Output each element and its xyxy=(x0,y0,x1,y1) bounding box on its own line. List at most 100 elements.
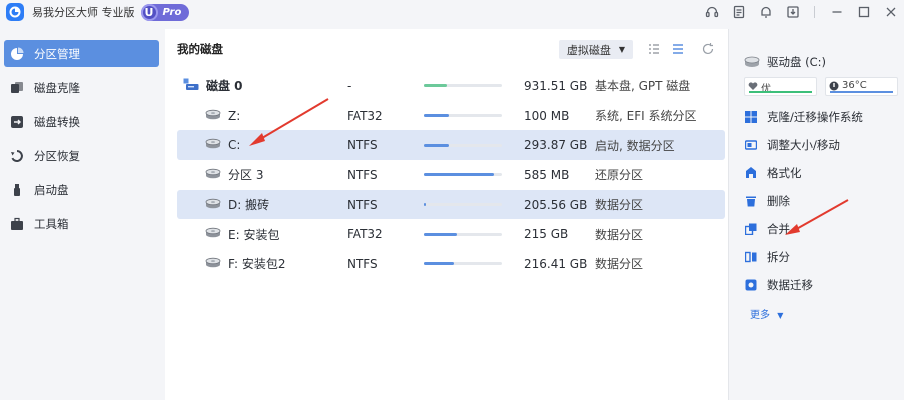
app-logo-icon xyxy=(6,3,24,21)
usage-bar xyxy=(424,114,502,118)
right-panel: 驱动盘 (C:) 优 36°C 克隆/迁移操作系统 调整大小/移动 格式化 删除… xyxy=(730,29,904,400)
windows-icon xyxy=(744,111,757,124)
partition-name: 分区 3 xyxy=(205,166,263,183)
sidebar-item-toolbox[interactable]: 工具箱 xyxy=(4,210,159,237)
virtual-disk-select[interactable]: 虚拟磁盘 ▼ xyxy=(559,40,633,59)
partition-name: D: 搬砖 xyxy=(205,196,269,213)
notes-icon[interactable] xyxy=(725,0,752,24)
temperature-status: 36°C xyxy=(825,77,898,96)
capacity: 293.87 GB xyxy=(524,138,588,153)
disk-table: 磁盘 0 - 931.51 GB 基本盘, GPT 磁盘 Z: FAT32 100 MB 系统… xyxy=(177,71,725,279)
pie-chart-icon xyxy=(10,47,24,61)
close-icon[interactable] xyxy=(877,0,904,24)
usage-bar xyxy=(424,143,502,147)
partition-name: Z: xyxy=(205,109,240,123)
op-label: 数据迁移 xyxy=(767,278,813,292)
filesystem: FAT32 xyxy=(347,227,383,242)
table-row[interactable]: D: 搬砖 NTFS 205.56 GB 数据分区 xyxy=(177,189,725,220)
capacity: 216.41 GB xyxy=(524,256,588,271)
detail-view-icon[interactable] xyxy=(671,42,685,56)
table-row[interactable]: 分区 3 NTFS 585 MB 还原分区 xyxy=(177,160,725,190)
temperature-bar xyxy=(830,91,893,93)
headset-icon[interactable] xyxy=(698,0,725,24)
sidebar-item-disk-convert[interactable]: 磁盘转换 xyxy=(4,108,159,135)
filesystem: - xyxy=(347,78,352,93)
table-row[interactable]: C: NTFS 293.87 GB 启动, 数据分区 xyxy=(177,130,725,161)
page-title: 我的磁盘 xyxy=(177,42,223,56)
partition-name-text: Z: xyxy=(228,108,241,123)
convert-icon xyxy=(10,115,24,129)
format-button[interactable]: 格式化 xyxy=(744,159,863,187)
health-bar xyxy=(749,91,812,93)
sidebar-item-disk-clone[interactable]: 磁盘克隆 xyxy=(4,74,159,101)
table-row[interactable]: F: 安装包2 NTFS 216.41 GB 数据分区 xyxy=(177,249,725,279)
op-label: 合并 xyxy=(767,222,790,236)
usb-icon xyxy=(10,183,24,197)
partition-type: 数据分区 xyxy=(595,257,644,272)
usage-bar xyxy=(424,203,502,207)
split-button[interactable]: 拆分 xyxy=(744,243,863,271)
list-view-icon[interactable] xyxy=(647,42,661,56)
recover-icon xyxy=(10,149,24,163)
refresh-icon[interactable] xyxy=(701,42,715,56)
disk-icon xyxy=(183,78,199,94)
partition-icon xyxy=(205,109,221,123)
download-icon[interactable] xyxy=(779,0,806,24)
usage-bar-fill xyxy=(424,143,449,147)
usage-bar xyxy=(424,84,502,88)
sidebar-item-partition-recover[interactable]: 分区恢复 xyxy=(4,142,159,169)
sidebar-item-boot-disk[interactable]: 启动盘 xyxy=(4,176,159,203)
partition-type: 数据分区 xyxy=(595,198,644,213)
caret-down-icon: ▼ xyxy=(618,45,626,54)
partition-name-text: D: 搬砖 xyxy=(228,198,270,213)
partition-icon xyxy=(205,198,221,212)
thermometer-icon xyxy=(829,81,839,91)
usage-bar-fill xyxy=(424,262,454,266)
maximize-icon[interactable] xyxy=(850,0,877,24)
partition-icon xyxy=(205,168,221,182)
capacity: 215 GB xyxy=(524,227,569,242)
usage-bar xyxy=(424,232,502,236)
minimize-icon[interactable] xyxy=(823,0,850,24)
table-row[interactable]: E: 安装包 FAT32 215 GB 数据分区 xyxy=(177,219,725,249)
title-bar: 易我分区大师 专业版 U Pro xyxy=(0,0,904,24)
merge-button[interactable]: 合并 xyxy=(744,215,863,243)
table-row[interactable]: 磁盘 0 - 931.51 GB 基本盘, GPT 磁盘 xyxy=(177,71,725,101)
filesystem: NTFS xyxy=(347,138,378,153)
virtual-disk-label: 虚拟磁盘 xyxy=(566,43,611,57)
clone-os-button[interactable]: 克隆/迁移操作系统 xyxy=(744,103,863,131)
sidebar-item-label: 分区管理 xyxy=(34,46,80,61)
partition-type: 基本盘, GPT 磁盘 xyxy=(595,79,691,94)
partition-type: 系统, EFI 系统分区 xyxy=(595,109,697,124)
filesystem: FAT32 xyxy=(347,108,383,123)
more-button[interactable]: 更多 ▼ xyxy=(750,306,783,321)
sidebar-item-label: 分区恢复 xyxy=(34,148,80,163)
drive-header: 驱动盘 (C:) xyxy=(744,54,826,70)
bell-icon[interactable] xyxy=(752,0,779,24)
partition-name-text: C: xyxy=(228,138,241,153)
trash-icon xyxy=(744,195,757,208)
usage-bar-fill xyxy=(424,232,457,236)
heart-icon xyxy=(748,82,758,90)
migrate-icon xyxy=(744,279,757,292)
pro-badge[interactable]: U Pro xyxy=(140,3,190,21)
partition-type: 还原分区 xyxy=(595,168,644,183)
resize-icon xyxy=(744,139,757,152)
delete-button[interactable]: 删除 xyxy=(744,187,863,215)
op-label: 拆分 xyxy=(767,250,790,264)
caret-down-icon: ▼ xyxy=(777,311,784,320)
toolbox-icon xyxy=(10,217,24,231)
title-separator xyxy=(814,6,815,18)
partition-name: 磁盘 0 xyxy=(183,77,243,94)
resize-move-button[interactable]: 调整大小/移动 xyxy=(744,131,863,159)
partition-name-text: F: 安装包2 xyxy=(228,257,286,272)
drive-icon xyxy=(744,56,760,67)
op-label: 调整大小/移动 xyxy=(767,138,840,152)
sidebar-item-partition-manage[interactable]: 分区管理 xyxy=(4,40,159,67)
badge-label: Pro xyxy=(162,6,182,18)
usage-bar-fill xyxy=(424,203,426,207)
merge-icon xyxy=(744,223,757,236)
table-row[interactable]: Z: FAT32 100 MB 系统, EFI 系统分区 xyxy=(177,101,725,131)
capacity: 585 MB xyxy=(524,167,570,182)
data-migrate-button[interactable]: 数据迁移 xyxy=(744,271,863,299)
